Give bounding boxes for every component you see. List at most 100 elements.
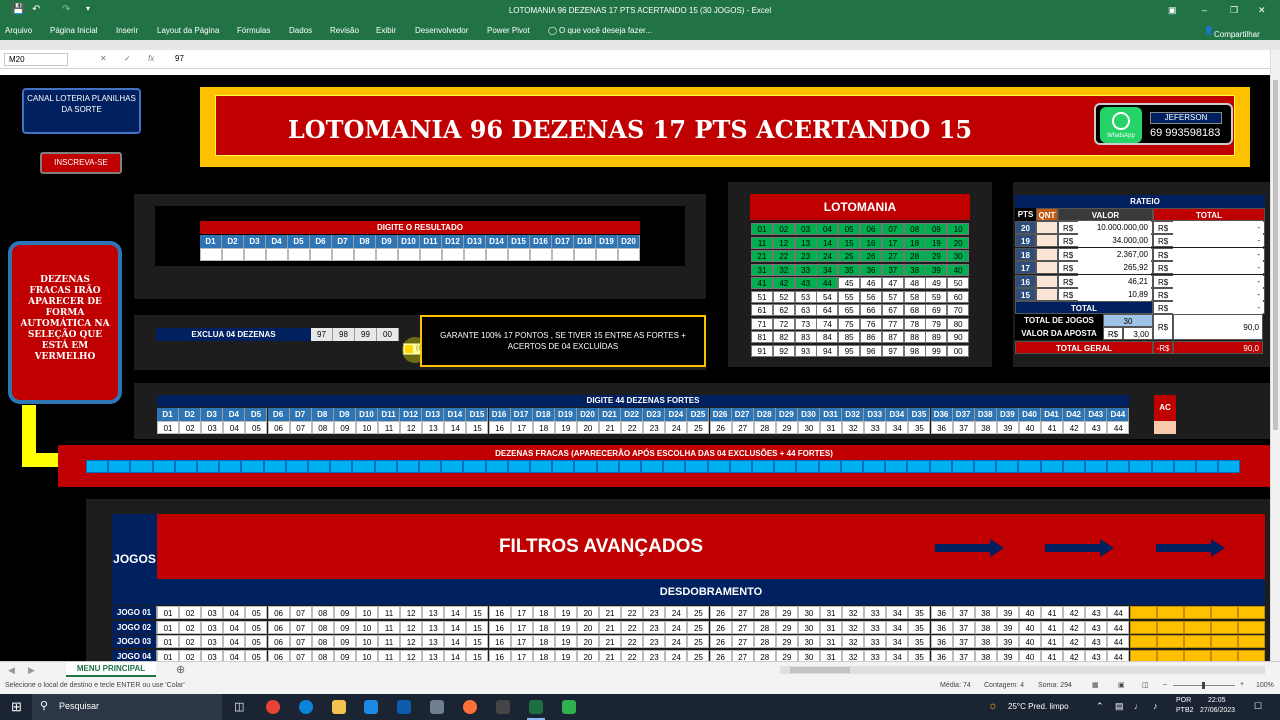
jogo-number[interactable]: 04 [223,620,246,634]
clock-time[interactable]: 22:05 [1208,697,1226,704]
fortes-input-cell[interactable]: 10 [355,421,378,434]
jogo-number[interactable]: 30 [797,649,820,661]
jogo-filter-cell[interactable] [1211,620,1238,634]
close-icon[interactable]: ✕ [1258,5,1266,16]
fortes-input-cell[interactable]: 07 [289,421,312,434]
tab-exibir[interactable]: Exibir [376,26,396,35]
tell-me-input[interactable]: O que você deseja fazer... [559,26,652,35]
lotomania-number[interactable]: 17 [881,236,904,249]
jogo-number[interactable]: 20 [576,620,599,634]
fortes-input-cell[interactable]: 03 [201,421,224,434]
jogo-number[interactable]: 10 [355,606,378,619]
jogo-number[interactable]: 27 [731,635,754,649]
lotomania-number[interactable]: 77 [881,317,904,330]
jogo-number[interactable]: 24 [665,649,688,661]
jogo-number[interactable]: 40 [1018,606,1041,619]
fx-icon[interactable]: fx [148,54,154,63]
jogo-filter-cell[interactable] [1184,649,1211,661]
jogo-filter-cell[interactable] [1238,649,1265,661]
exclua-cell[interactable]: 00 [377,328,399,341]
jogo-number[interactable]: 34 [886,606,909,619]
jogo-number[interactable]: 39 [996,649,1019,661]
jogo-number[interactable]: 03 [201,635,224,649]
jogo-number[interactable]: 42 [1063,649,1086,661]
jogo-number[interactable]: 42 [1063,635,1086,649]
jogo-number[interactable]: 25 [687,635,710,649]
resultado-input-cell[interactable] [596,248,618,261]
fortes-input-cell[interactable]: 01 [157,421,180,434]
jogo-number[interactable]: 32 [842,620,865,634]
fortes-input-cell[interactable]: 13 [422,421,445,434]
lotomania-number[interactable]: 78 [903,317,926,330]
resultado-input-cell[interactable] [398,248,420,261]
fortes-input-cell[interactable]: 30 [797,421,820,434]
jogo-number[interactable]: 40 [1018,635,1041,649]
jogo-number[interactable]: 08 [311,635,334,649]
fortes-input-cell[interactable]: 39 [996,421,1019,434]
lotomania-number[interactable]: 54 [816,290,839,303]
jogo-number[interactable]: 22 [621,635,644,649]
lotomania-number[interactable]: 50 [947,277,970,289]
lotomania-number[interactable]: 96 [860,344,882,357]
lotomania-number[interactable]: 61 [751,304,773,316]
jogo-number[interactable]: 07 [289,606,312,619]
jogo-number[interactable]: 14 [444,606,467,619]
jogo-number[interactable]: 25 [687,620,710,634]
jogo-number[interactable]: 17 [510,606,533,619]
jogo-number[interactable]: 26 [709,635,732,649]
jogo-number[interactable]: 39 [996,620,1019,634]
jogo-number[interactable]: 04 [223,649,246,661]
jogo-number[interactable]: 16 [488,649,511,661]
jogo-number[interactable]: 09 [333,620,356,634]
share-button[interactable]: 👤 Compartilhar [1204,26,1260,39]
jogo-number[interactable]: 34 [886,635,909,649]
jogo-number[interactable]: 09 [333,635,356,649]
fortes-input-cell[interactable]: 37 [952,421,975,434]
jogo-number[interactable]: 18 [532,620,555,634]
jogo-number[interactable]: 36 [930,606,953,619]
jogo-number[interactable]: 44 [1107,620,1130,634]
lotomania-number[interactable]: 04 [816,223,839,235]
lotomania-number[interactable]: 18 [903,236,926,249]
jogo-number[interactable]: 29 [775,620,798,634]
jogo-number[interactable]: 08 [311,649,334,661]
jogo-number[interactable]: 14 [444,620,467,634]
jogo-number[interactable]: 31 [820,620,843,634]
inscreva-button[interactable]: INSCREVA-SE [40,152,122,174]
jogo-number[interactable]: 04 [223,606,246,619]
jogo-number[interactable]: 02 [179,606,202,619]
store-icon[interactable] [364,700,378,714]
tab-inserir[interactable]: Inserir [116,26,138,35]
jogo-number[interactable]: 18 [532,606,555,619]
jogo-number[interactable]: 37 [952,649,975,661]
lotomania-number[interactable]: 69 [925,304,948,316]
fortes-input-cell[interactable]: 38 [974,421,997,434]
jogo-number[interactable]: 34 [886,649,909,661]
lotomania-number[interactable]: 11 [751,236,773,249]
jogo-number[interactable]: 01 [157,635,180,649]
lotomania-number[interactable]: 19 [925,236,948,249]
jogo-number[interactable]: 12 [400,620,423,634]
lotomania-number[interactable]: 37 [881,263,904,276]
lotomania-number[interactable]: 28 [903,250,926,262]
lotomania-number[interactable]: 72 [772,317,795,330]
tab-desenvolvedor[interactable]: Desenvolvedor [415,26,468,35]
lotomania-number[interactable]: 40 [947,263,970,276]
jogo-number[interactable]: 24 [665,620,688,634]
jogo-number[interactable]: 32 [842,635,865,649]
lotomania-number[interactable]: 33 [794,263,817,276]
firefox-icon[interactable] [463,700,477,714]
jogo-number[interactable]: 18 [532,635,555,649]
ribbon-display-icon[interactable]: ▣ [1168,5,1177,16]
jogo-number[interactable]: 15 [466,635,489,649]
edge-icon[interactable] [299,700,313,714]
jogo-number[interactable]: 26 [709,649,732,661]
lotomania-number[interactable]: 15 [838,236,861,249]
jogo-number[interactable]: 05 [245,635,268,649]
lotomania-number[interactable]: 22 [772,250,795,262]
minimize-icon[interactable]: – [1202,5,1207,15]
lotomania-number[interactable]: 12 [772,236,795,249]
tray-chevron-icon[interactable]: ⌃ [1096,701,1104,712]
jogo-number[interactable]: 21 [599,620,622,634]
rateio-qnt[interactable] [1036,234,1058,248]
